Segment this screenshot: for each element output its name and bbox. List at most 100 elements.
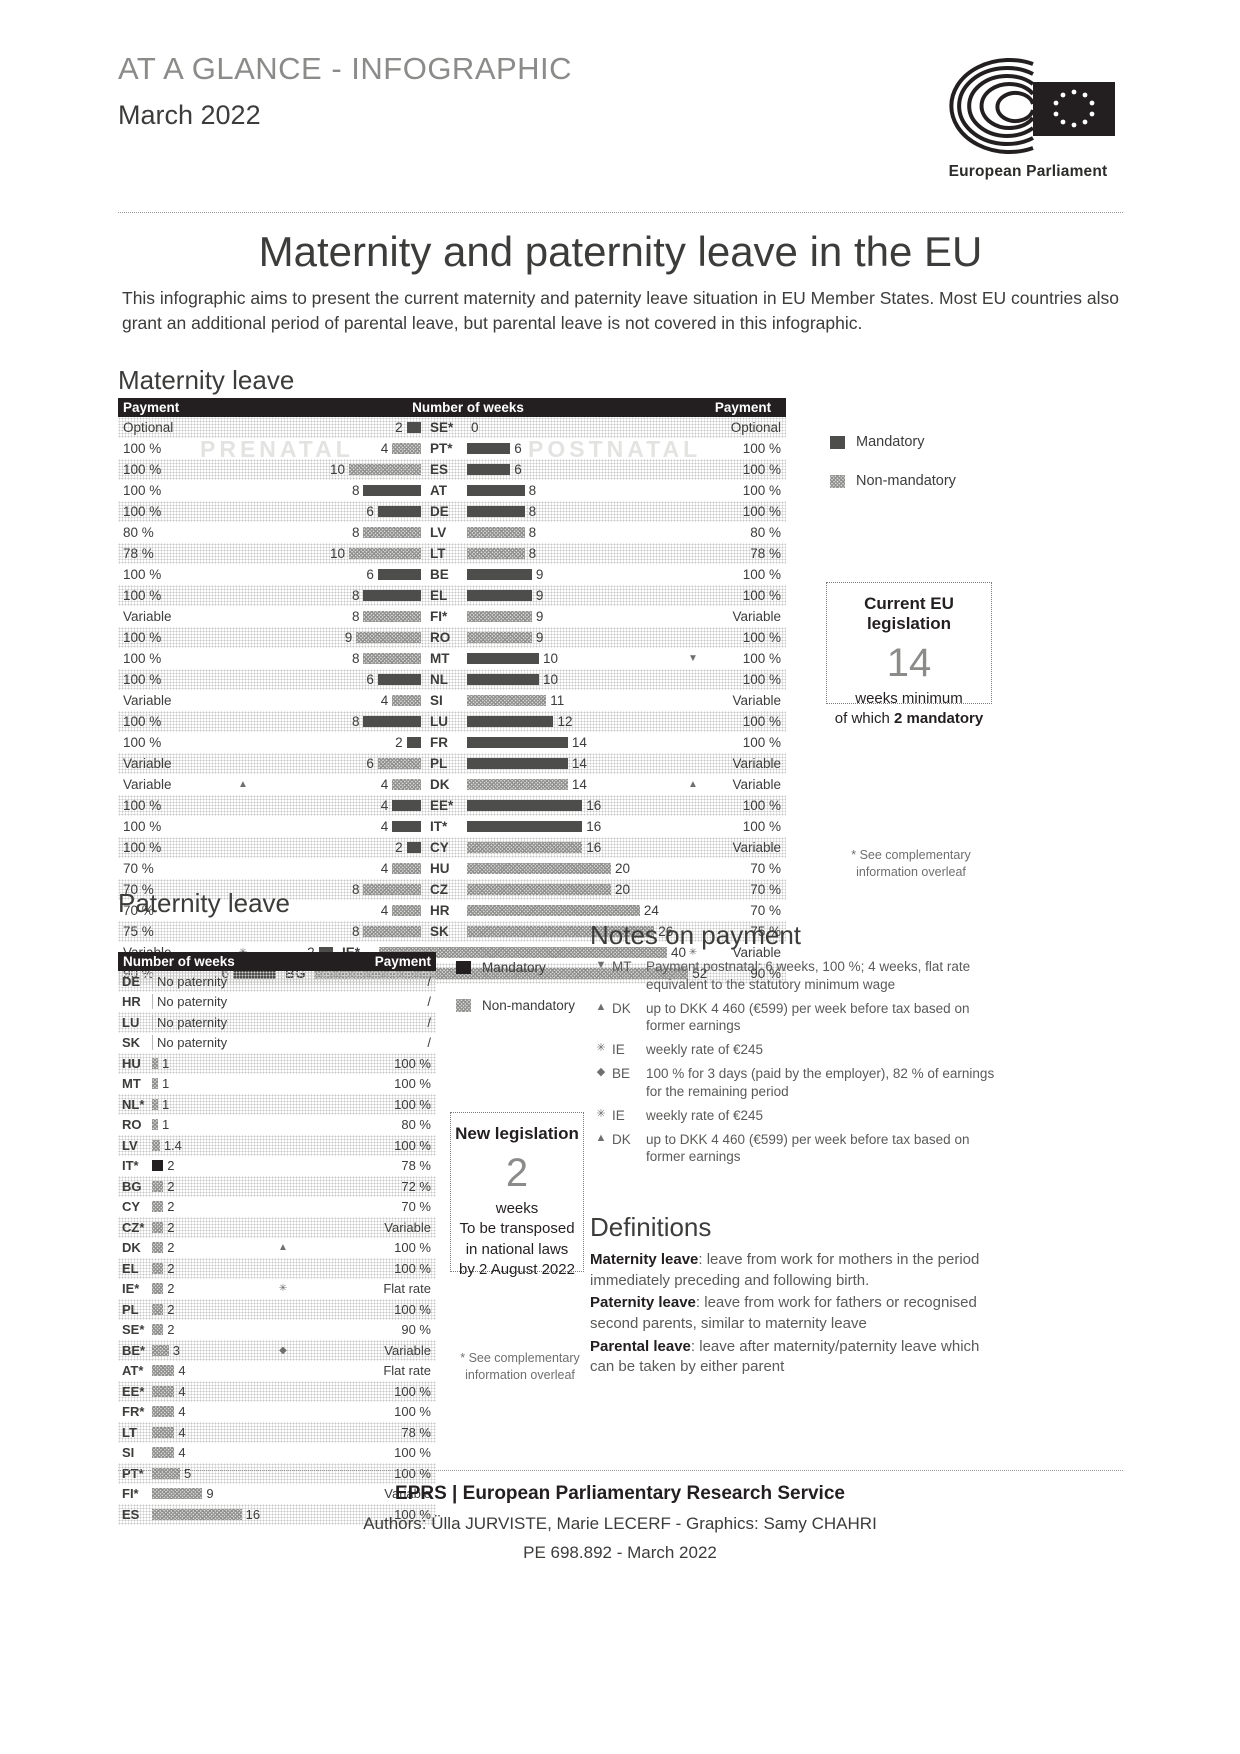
country-code: PL — [430, 756, 448, 771]
postnatal-bar: 9 — [467, 567, 686, 582]
country-code: IT* — [122, 1158, 139, 1174]
country-code: SI — [122, 1445, 135, 1461]
payment-left: Optional — [123, 420, 174, 435]
footer-reference: PE 698.892 - March 2022 — [523, 1543, 717, 1562]
paternity-rows: DE No paternity / HR No paternity / LU No pater… — [118, 971, 436, 1525]
country-code: DK — [122, 1240, 141, 1256]
prenatal-bar: 8 — [250, 588, 422, 603]
eu-box-number: 14 — [886, 641, 932, 685]
postnatal-bar: 14 — [467, 735, 686, 750]
prenatal-segment — [392, 905, 422, 916]
postnatal-segment — [467, 842, 583, 853]
prenatal-segment — [363, 926, 422, 937]
payment-value: 100 % — [394, 1404, 431, 1420]
prenatal-segment — [356, 632, 422, 643]
weeks-value: 1 — [162, 1117, 170, 1133]
table-row: 100 % 4 IT* 16 100 % — [118, 816, 786, 837]
payment-left: 100 % — [123, 462, 162, 477]
marker-icon: ◆ — [279, 1344, 287, 1356]
postnatal-bar: 12 — [467, 714, 686, 729]
table-row: EE* 4 100 % — [118, 1381, 436, 1402]
note-marker-icon: ◆ — [596, 1066, 606, 1079]
prenatal-weeks: 8 — [351, 924, 360, 939]
prenatal-weeks: 2 — [395, 840, 403, 855]
payment-right: Variable — [732, 756, 781, 771]
weeks-bar: 1 — [152, 1117, 274, 1132]
note-item: ▼ MT Payment postnatal: 6 weeks, 100 %; 4 … — [590, 958, 1000, 994]
note-item: ▲ DK up to DKK 4 460 (€599) per week befor… — [590, 1131, 1000, 1167]
new-box-unit: weeks — [495, 1200, 539, 1217]
definitions-section-title: Definitions — [590, 1212, 712, 1242]
marker-right-icon: ▼ — [688, 653, 698, 664]
prenatal-weeks: 4 — [380, 798, 389, 813]
prenatal-weeks: 6 — [366, 504, 374, 519]
weeks-segment — [152, 1344, 169, 1356]
country-code: RO — [430, 630, 451, 645]
prenatal-bar: 4 — [250, 777, 422, 792]
payment-value: 78 % — [401, 1424, 431, 1440]
weeks-segment — [152, 1324, 164, 1336]
table-row: 100 % 10 ES 6 100 % — [118, 459, 786, 480]
note-marker-icon: ✳ — [596, 1107, 606, 1120]
country-code: MT — [430, 651, 450, 666]
no-paternity-label: No paternity — [152, 1035, 227, 1051]
payment-left: 100 % — [123, 798, 162, 813]
payment-right: 100 % — [742, 714, 781, 729]
weeks-segment — [152, 1119, 158, 1131]
postnatal-bar: 10 — [467, 651, 686, 666]
payment-right: 100 % — [742, 588, 781, 603]
country-code: AT — [430, 483, 448, 498]
postnatal-bar: 16 — [467, 840, 686, 855]
weeks-bar: 2 — [152, 1158, 274, 1173]
weeks-segment — [152, 1242, 164, 1254]
table-row: 100 % 2 FR 14 100 % — [118, 732, 786, 753]
prenatal-weeks: 2 — [395, 420, 403, 435]
postnatal-segment — [467, 821, 583, 832]
payment-left: 100 % — [123, 567, 162, 582]
prenatal-weeks: 6 — [366, 567, 374, 582]
weeks-segment — [152, 1426, 175, 1438]
definition-term: Parental leave — [590, 1337, 691, 1355]
prenatal-segment — [349, 548, 422, 559]
payment-value: 70 % — [401, 1199, 431, 1215]
payment-value: 100 % — [394, 1076, 431, 1092]
postnatal-bar: 9 — [467, 588, 686, 603]
marker-icon: ✳ — [278, 1283, 288, 1295]
payment-right: 100 % — [742, 672, 781, 687]
prenatal-weeks: 4 — [380, 693, 389, 708]
prenatal-segment — [406, 842, 422, 853]
mandatory-swatch-icon — [830, 435, 845, 449]
marker-right-icon: ▲ — [688, 779, 698, 790]
table-row: IT* 2 78 % — [118, 1156, 436, 1177]
prenatal-segment — [363, 590, 422, 601]
postnatal-weeks: 9 — [535, 567, 544, 582]
postnatal-segment — [467, 527, 525, 538]
country-code: SE* — [430, 420, 454, 435]
weeks-bar: 1 — [152, 1076, 274, 1091]
postnatal-weeks: 8 — [528, 483, 537, 498]
weeks-segment — [152, 1262, 164, 1274]
country-code: PT* — [430, 441, 453, 456]
prenatal-bar: 6 — [250, 567, 422, 582]
country-code: MT — [122, 1076, 141, 1092]
prenatal-segment — [392, 779, 422, 790]
prenatal-weeks: 8 — [351, 651, 360, 666]
country-code: CZ — [430, 882, 449, 897]
payment-left: 100 % — [123, 483, 162, 498]
weeks-segment — [152, 1283, 164, 1295]
legend-item-mandatory-paternity: Mandatory — [456, 960, 575, 975]
payment-right: 80 % — [750, 525, 781, 540]
payment-value: 80 % — [401, 1117, 431, 1133]
prenatal-weeks: 8 — [351, 882, 360, 897]
definition-item: Paternity leave: leave from work for fat… — [590, 1293, 998, 1334]
prenatal-segment — [363, 653, 422, 664]
weeks-bar: 4 — [152, 1384, 274, 1399]
payment-value: Flat rate — [383, 1281, 431, 1297]
table-row: 80 % 8 LV 8 80 % — [118, 522, 786, 543]
note-item: ▲ DK up to DKK 4 460 (€599) per week befor… — [590, 1000, 1000, 1036]
payment-right: 100 % — [742, 630, 781, 645]
postnatal-bar: 6 — [467, 441, 686, 456]
prenatal-segment — [392, 695, 422, 706]
payment-value: 100 % — [394, 1445, 431, 1461]
prenatal-weeks: 4 — [380, 861, 389, 876]
